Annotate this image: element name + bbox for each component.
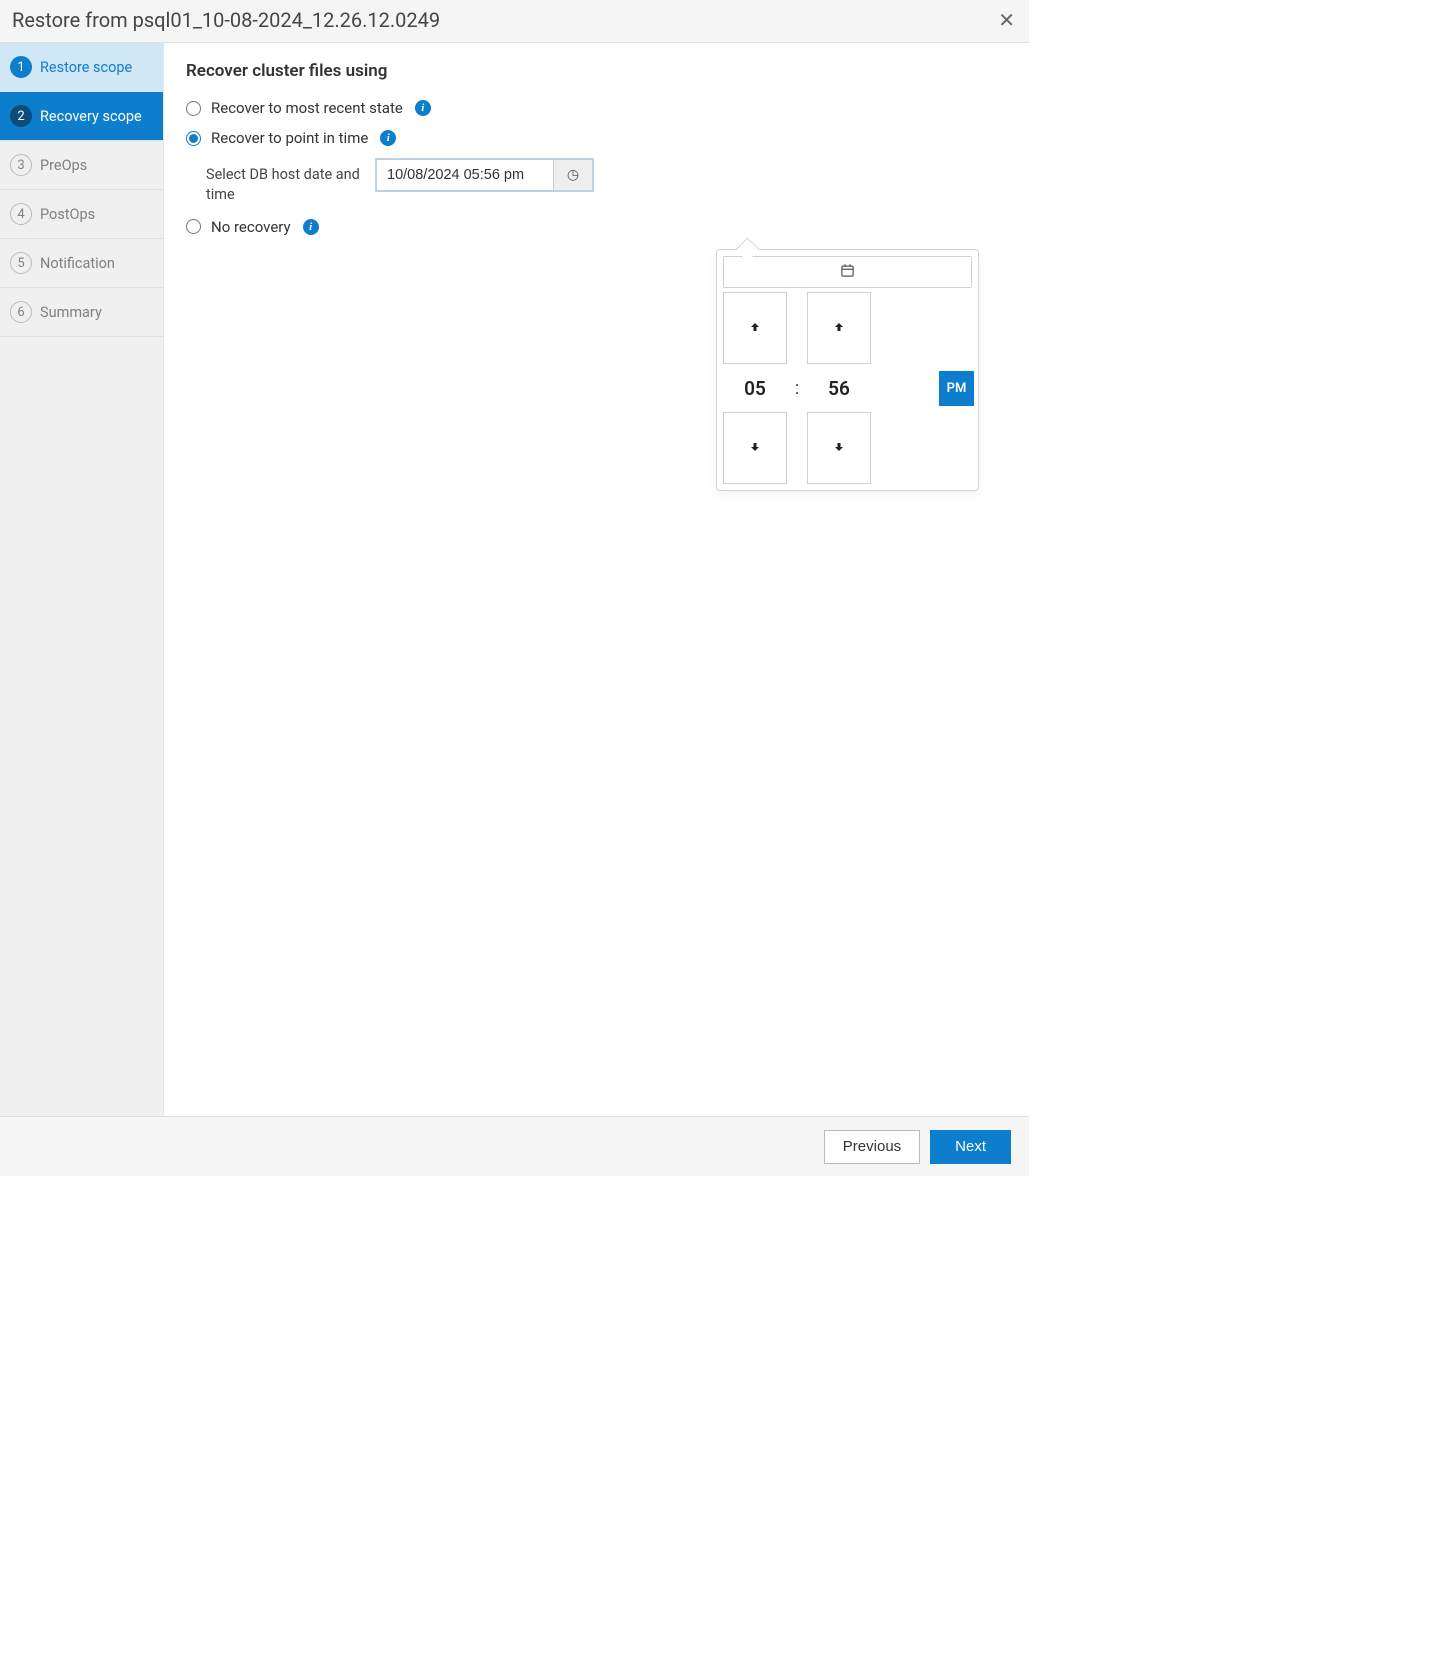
wizard-footer: Previous Next — [0, 1116, 1029, 1176]
minute-down-button[interactable] — [807, 412, 871, 484]
arrow-down-icon — [833, 439, 845, 457]
arrow-up-icon — [833, 319, 845, 337]
step-label: Summary — [40, 304, 102, 321]
arrow-up-icon — [749, 319, 761, 337]
modal-title: Restore from psql01_10-08-2024_12.26.12.… — [12, 8, 440, 32]
option-recover-recent[interactable]: Recover to most recent state i — [186, 99, 1007, 117]
time-picker-popover: 05 : 56 PM — [716, 249, 979, 491]
radio-label: Recover to point in time — [211, 129, 368, 147]
datetime-picker-button[interactable]: ◷ — [553, 159, 593, 191]
option-no-recovery[interactable]: No recovery i — [186, 218, 1007, 236]
step-number: 4 — [10, 203, 32, 225]
step-postops: 4 PostOps — [0, 190, 163, 239]
next-button[interactable]: Next — [930, 1130, 1011, 1164]
step-recovery-scope[interactable]: 2 Recovery scope — [0, 92, 163, 141]
pit-datetime-label: Select DB host date and time — [206, 159, 376, 206]
ampm-toggle[interactable]: PM — [939, 371, 974, 406]
calendar-icon — [840, 263, 855, 282]
hour-down-button[interactable] — [723, 412, 787, 484]
toggle-date-view-button[interactable] — [723, 256, 972, 288]
pit-datetime-row: Select DB host date and time ◷ — [206, 159, 1007, 206]
arrow-down-icon — [749, 439, 761, 457]
modal-header: Restore from psql01_10-08-2024_12.26.12.… — [0, 0, 1029, 43]
minute-up-button[interactable] — [807, 292, 871, 364]
clock-icon: ◷ — [567, 167, 579, 183]
radio-label: Recover to most recent state — [211, 99, 403, 117]
radio-recover-recent[interactable] — [186, 101, 201, 116]
step-number: 6 — [10, 301, 32, 323]
wizard-content: Recover cluster files using Recover to m… — [164, 43, 1029, 1116]
time-colon: : — [787, 378, 807, 399]
radio-no-recovery[interactable] — [186, 219, 201, 234]
step-number: 2 — [10, 105, 32, 127]
step-label: PreOps — [40, 157, 87, 174]
radio-label: No recovery — [211, 218, 291, 236]
option-recover-pit[interactable]: Recover to point in time i — [186, 129, 1007, 147]
step-label: Recovery scope — [40, 108, 142, 125]
info-icon[interactable]: i — [380, 130, 396, 146]
hour-up-button[interactable] — [723, 292, 787, 364]
previous-button[interactable]: Previous — [824, 1130, 920, 1164]
info-icon[interactable]: i — [303, 219, 319, 235]
close-icon[interactable]: ✕ — [998, 10, 1015, 30]
step-restore-scope[interactable]: 1 Restore scope — [0, 43, 163, 92]
section-title: Recover cluster files using — [186, 61, 1007, 81]
step-preops: 3 PreOps — [0, 141, 163, 190]
datetime-input-group: ◷ — [376, 159, 593, 191]
time-grid: 05 : 56 PM — [723, 292, 972, 484]
minute-value[interactable]: 56 — [807, 377, 871, 400]
step-label: Restore scope — [40, 59, 132, 76]
wizard-sidebar: 1 Restore scope 2 Recovery scope 3 PreOp… — [0, 43, 164, 1116]
datetime-input[interactable] — [376, 159, 553, 191]
step-label: PostOps — [40, 206, 95, 223]
step-label: Notification — [40, 255, 115, 272]
radio-recover-pit[interactable] — [186, 131, 201, 146]
hour-value[interactable]: 05 — [723, 377, 787, 400]
step-number: 1 — [10, 56, 32, 78]
modal-body: 1 Restore scope 2 Recovery scope 3 PreOp… — [0, 43, 1029, 1116]
info-icon[interactable]: i — [415, 100, 431, 116]
step-summary: 6 Summary — [0, 288, 163, 337]
step-notification: 5 Notification — [0, 239, 163, 288]
step-number: 3 — [10, 154, 32, 176]
step-number: 5 — [10, 252, 32, 274]
